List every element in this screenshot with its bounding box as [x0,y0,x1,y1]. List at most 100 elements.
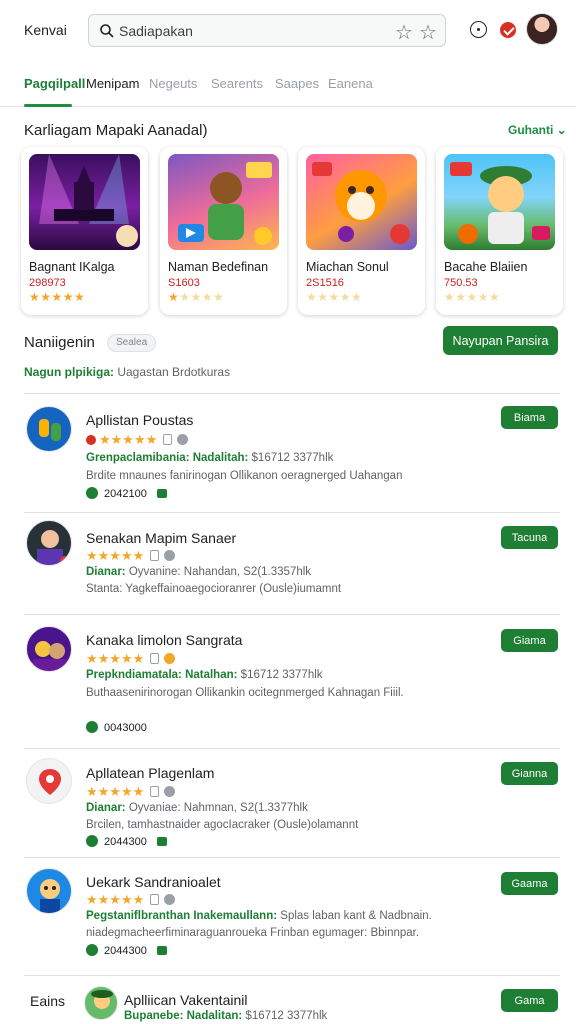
app-meta-label: Dianar: [86,566,126,578]
app-icon [26,868,72,914]
featured-card-price: S1603 [168,277,200,289]
featured-more-link[interactable]: Guhanti ⌄ [508,123,567,137]
featured-card-price: 2S1516 [306,277,344,289]
app-rating: ★★★★★ [86,892,176,908]
app-meta-label: Bupanebe: Nadalitan: [124,1010,243,1022]
category-tabs: Pagqilpall Menipam Negeuts Searents Saap… [0,70,576,107]
badge-icon [177,434,189,445]
rating-stars: ★★★★★ [29,290,86,304]
featured-card-image [306,154,417,250]
search-icon [100,24,114,38]
section-chip[interactable]: Sealea [107,334,157,352]
app-meta: Dianar: Oyvanine: Nahandan, S2(1.3357hlk [86,566,311,578]
featured-card-image [29,154,140,250]
tab-1[interactable]: Menipam [86,76,139,91]
app-title: Uekark Sandranioalet [86,874,221,890]
divider [24,393,560,394]
info-circle-icon[interactable] [470,21,487,38]
lock-icon [150,653,160,664]
package-icon [156,946,167,955]
featured-card-price: 750.53 [444,277,478,289]
app-meta-label: Prepkndiamatala: Natalhan: [86,669,238,681]
divider [24,748,560,749]
primary-action-button[interactable]: Nayupan Pansira [443,326,558,355]
app-meta: Grenpaclamibania: Nadalitah: $16712 3377… [86,452,333,464]
subtitle-text: Uagastan Brdotkuras [117,365,231,379]
featured-card[interactable]: Miachan Sonul 2S1516 ★★★★★ [298,147,425,315]
divider [24,975,560,976]
app-description: Brdite mnaunes fanirinogan Ollikanon oer… [86,470,403,482]
verified-badge-icon[interactable] [500,22,516,38]
app-meta: Dianar: Oyvaniae: Nahmnan, S2(1.3377hlk [86,802,308,814]
featured-card-price: 298973 [29,277,66,289]
subtitle-highlight: Nagun plpikiga: [24,365,114,379]
app-meta-value: $16712 3377hlk [240,669,323,681]
app-description: Brcilen, tamhastnaider agocIacraker (Ous… [86,819,359,831]
tab-0[interactable]: Pagqilpall [24,76,85,91]
app-meta-value: Oyvaniae: Nahmnan, S2(1.3377hlk [128,802,308,814]
app-footer-value: 0043000 [104,722,147,734]
tab-4[interactable]: Saapes [275,76,319,91]
lock-icon [163,434,173,445]
app-description: Stanta: Yagkeffainoaegocioranrer (Ousle)… [86,583,342,595]
app-icon [26,406,72,452]
featured-card-name: Bacahe Blaiien [444,260,528,274]
package-icon [156,489,167,498]
featured-card[interactable]: Bacahe Blaiien 750.53 ★★★★★ [436,147,563,315]
badge-icon [164,550,176,561]
favorite-star-icon[interactable]: ☆ [395,20,413,45]
featured-card-image [444,154,555,250]
app-icon [26,758,72,804]
app-title: Apllistan Poustas [86,412,194,428]
app-description: Buthaasenirinorogan Ollikankin ocitegnme… [86,687,404,699]
install-button[interactable]: Gama [501,989,558,1012]
app-title: Apllatean Plagenlam [86,765,215,781]
search-input[interactable] [119,20,379,42]
user-avatar[interactable] [526,13,558,45]
lock-icon [150,786,160,797]
rating-stars: ★★★★★ [306,290,363,304]
app-meta: Prepkndiamatala: Natalhan: $16712 3377hl… [86,669,323,681]
app-rating: ★★★★★ [86,651,176,667]
divider [24,614,560,615]
app-meta: Pegstaniflbranthan Inakemaullann: Splas … [86,910,432,922]
install-button[interactable]: Gaama [501,872,558,895]
app-meta-label: Dianar: [86,802,126,814]
featured-card[interactable]: Naman Bedefinan S1603 ★★★★★ [160,147,287,315]
app-meta-value: $16712 3377hlk [251,452,334,464]
install-button[interactable]: Giama [501,629,558,652]
tab-5[interactable]: Eanena [328,76,373,91]
package-icon [156,837,167,846]
app-title: Kanaka limolon Sangrata [86,632,243,648]
section-subtitle: Nagun plpikiga: Uagastan Brdotkuras [24,365,230,379]
tab-3[interactable]: Searents [211,76,263,91]
app-meta-value: $16712 3377hlk [245,1010,328,1022]
app-icon [26,626,72,672]
install-button[interactable]: Tacuna [501,526,558,549]
divider [24,857,560,858]
install-button[interactable]: Biama [501,406,558,429]
badge-icon [164,786,176,797]
lock-icon [150,550,160,561]
app-rating: ★★★★★ [86,548,176,564]
divider [24,512,560,513]
featured-card-name: Naman Bedefinan [168,260,269,274]
alert-dot-icon [86,435,96,445]
app-header: Kenvai ☆ ☆ [0,0,576,62]
featured-card[interactable]: Bagnant IKalga 298973 ★★★★★ [21,147,148,315]
app-footer: 2042100 [86,487,167,500]
install-button[interactable]: Gianna [501,762,558,785]
bookmark-star-icon[interactable]: ☆ [419,20,437,45]
check-circle-icon [86,835,98,847]
rating-stars: ★★★★★ [168,290,225,304]
featured-card-image [168,154,279,250]
app-title: Senakan Mapim Sanaer [86,530,237,546]
app-meta: Bupanebe: Nadalitan: $16712 3377hlk [124,1010,327,1022]
search-bar[interactable]: ☆ ☆ [88,14,446,47]
tab-2[interactable]: Negeuts [149,76,197,91]
app-rating: ★★★★★ [86,784,176,800]
featured-card-name: Miachan Sonul [306,260,389,274]
rating-stars: ★★★★★ [444,290,501,304]
app-footer-value: 2044300 [104,836,147,848]
badge-icon [164,894,176,905]
